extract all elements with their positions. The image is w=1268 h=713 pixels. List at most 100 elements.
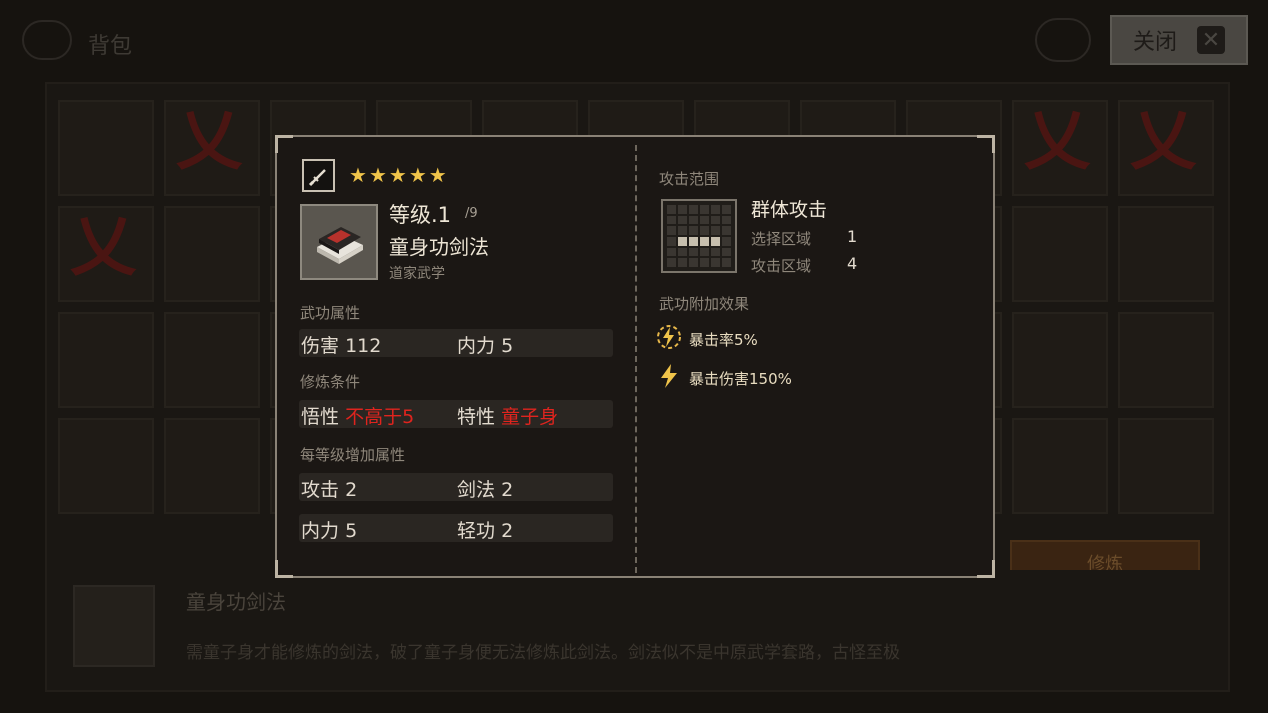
skill-school: 道家武学 xyxy=(389,266,445,282)
attack-range-grid xyxy=(661,199,737,273)
inventory-slot: 乂 xyxy=(58,206,154,302)
item-info-name: 童身功剑法 xyxy=(186,590,286,614)
range-cell xyxy=(678,258,687,267)
inventory-slot xyxy=(164,418,260,514)
effects-section-title: 武功附加效果 xyxy=(659,295,750,313)
lightning-circle-icon xyxy=(655,323,683,355)
sword-label: 剑法 xyxy=(457,479,496,501)
inventory-slot xyxy=(58,418,154,514)
range-cell xyxy=(722,205,731,214)
inventory-slot: 乂 xyxy=(1012,100,1108,196)
inner-label: 内力 xyxy=(457,335,496,357)
inventory-slot xyxy=(58,100,154,196)
star-icon: ★ xyxy=(349,163,367,187)
trait-label: 特性 xyxy=(457,406,496,428)
sword-value: 2 xyxy=(501,479,514,501)
sword-icon xyxy=(302,159,335,192)
comprehension-value: 不高于5 xyxy=(345,406,415,428)
per-level-row: 攻击 2 剑法 2 xyxy=(299,473,613,501)
select-area-value: 1 xyxy=(847,227,858,246)
range-cell-active xyxy=(689,237,698,246)
attack-area-value: 4 xyxy=(847,254,858,273)
bag-icon xyxy=(22,20,72,60)
sword-item-icon: 乂 xyxy=(70,208,136,285)
skill-detail-modal: ★ ★ ★ ★ ★ 等级.1 /9 童身功剑法 道家武学 武功属性 伤害 112… xyxy=(275,135,995,578)
trait-value: 童子身 xyxy=(501,406,559,428)
inventory-slot: 乂 xyxy=(164,100,260,196)
per-level-row: 内力 5 轻功 2 xyxy=(299,514,613,542)
column-divider xyxy=(635,145,637,573)
close-button[interactable]: 关闭 ✕ xyxy=(1110,15,1248,65)
range-cell xyxy=(711,205,720,214)
attr-row: 伤害 112 内力 5 xyxy=(299,329,613,357)
corner-ornament xyxy=(275,135,293,153)
inventory-slot xyxy=(1118,418,1214,514)
inventory-slot xyxy=(1012,418,1108,514)
inventory-slot xyxy=(58,312,154,408)
range-cell xyxy=(722,247,731,257)
range-cell xyxy=(700,226,709,235)
attack-label: 攻击 xyxy=(301,479,340,501)
range-cell xyxy=(722,237,731,246)
attack-stat: 攻击 2 xyxy=(301,475,357,502)
comprehension-label: 悟性 xyxy=(301,406,340,428)
top-bar: 背包 xyxy=(0,0,1268,82)
inventory-slot xyxy=(1118,312,1214,408)
inventory-slot xyxy=(1012,206,1108,302)
range-cell xyxy=(667,258,676,267)
close-label: 关闭 xyxy=(1132,30,1177,55)
inventory-title: 背包 xyxy=(88,34,133,59)
range-section-title: 攻击范围 xyxy=(659,170,720,188)
rarity-stars: ★ ★ ★ ★ ★ xyxy=(349,165,447,185)
range-cell-active xyxy=(711,237,720,246)
sword-item-icon: 乂 xyxy=(176,102,242,179)
skill-level-max: /9 xyxy=(465,206,478,221)
item-info-description: 需童子身才能修炼的剑法，破了童子身便无法修炼此剑法。剑法似不是中原武学套路，古怪… xyxy=(186,643,900,663)
effect-crit-damage-label: 暴击伤害150% xyxy=(689,369,792,388)
range-cell xyxy=(667,247,676,257)
skill-level: 等级.1 xyxy=(389,203,452,227)
range-cell xyxy=(700,205,709,214)
book-icon xyxy=(73,585,155,667)
qinggong-label: 轻功 xyxy=(457,520,496,542)
range-cell xyxy=(667,205,676,214)
sword-item-icon: 乂 xyxy=(1130,102,1196,179)
comprehension-req: 悟性 不高于5 xyxy=(301,402,414,429)
skill-name: 童身功剑法 xyxy=(389,235,489,259)
star-icon: ★ xyxy=(408,163,427,187)
damage-value: 112 xyxy=(345,335,382,357)
damage-stat: 伤害 112 xyxy=(301,331,381,358)
attr-section-title: 武功属性 xyxy=(300,304,361,322)
corner-ornament xyxy=(977,135,995,153)
req-section-title: 修炼条件 xyxy=(300,373,361,391)
damage-label: 伤害 xyxy=(301,335,340,357)
range-cell xyxy=(711,247,720,257)
range-cell xyxy=(689,247,698,257)
star-icon: ★ xyxy=(368,163,387,187)
effect-crit-damage: 暴击伤害150% xyxy=(655,362,792,394)
inner-bonus-value: 5 xyxy=(345,520,358,542)
per-level-section-title: 每等级增加属性 xyxy=(300,446,406,464)
range-cell xyxy=(700,215,709,225)
range-cell xyxy=(711,215,720,225)
range-cell xyxy=(700,258,709,267)
close-icon: ✕ xyxy=(1197,26,1225,54)
attack-type: 群体攻击 xyxy=(751,199,828,221)
range-cell xyxy=(722,226,731,235)
range-cell xyxy=(722,215,731,225)
attack-value: 2 xyxy=(345,479,358,501)
range-cell xyxy=(711,258,720,267)
range-cell xyxy=(689,215,698,225)
range-cell xyxy=(689,258,698,267)
star-icon: ★ xyxy=(428,163,447,187)
range-cell xyxy=(700,247,709,257)
inner-bonus-label: 内力 xyxy=(301,520,340,542)
inventory-slot xyxy=(1118,206,1214,302)
effect-crit-rate: 暴击率5% xyxy=(655,323,758,355)
qinggong-value: 2 xyxy=(501,520,514,542)
inventory-slot: 乂 xyxy=(1118,100,1214,196)
range-cell-active xyxy=(700,237,709,246)
inner-value: 5 xyxy=(501,335,514,357)
stats-icon xyxy=(1035,18,1091,62)
effect-crit-rate-label: 暴击率5% xyxy=(689,330,758,349)
